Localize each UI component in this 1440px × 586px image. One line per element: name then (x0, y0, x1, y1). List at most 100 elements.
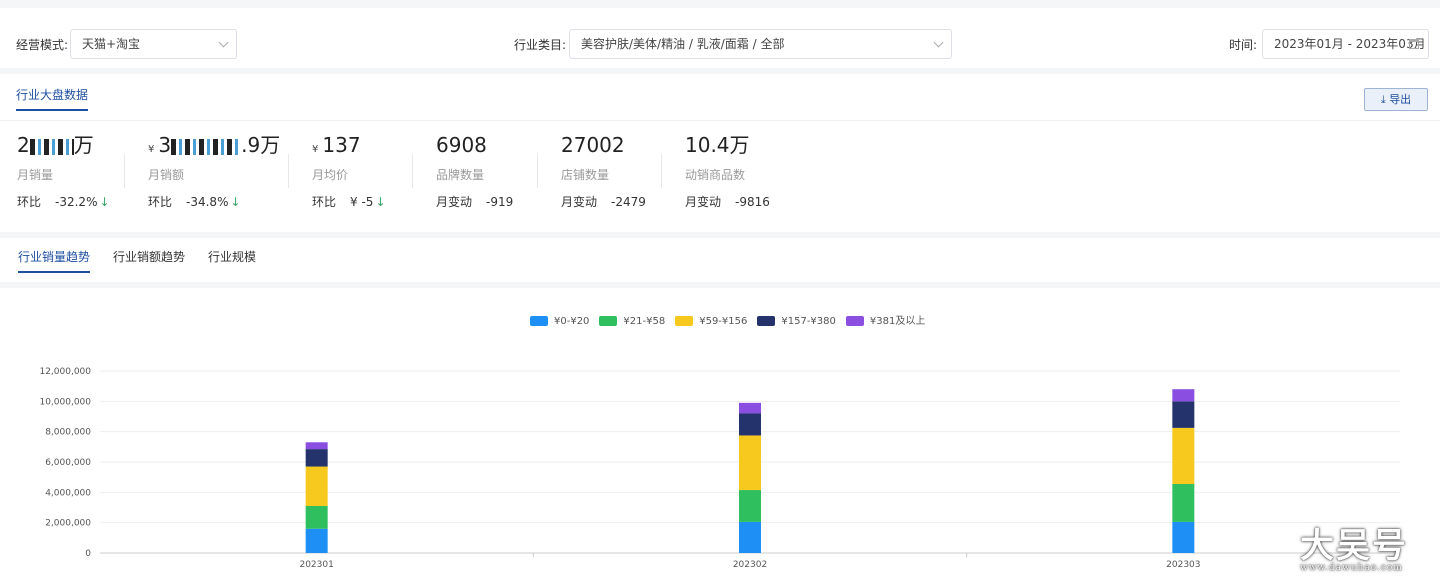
watermark: 大吴号 www.dawuhao.com (1300, 518, 1408, 573)
tab-sales-volume-trend[interactable]: 行业销量趋势 (18, 248, 91, 273)
metric-value: 2万 (17, 133, 94, 157)
bar-segment (305, 466, 328, 506)
tab-industry-scale[interactable]: 行业规模 (208, 248, 256, 271)
metric-avg-price: ¥137 月均价 环比 ¥ -5 ↓ (312, 132, 386, 210)
export-button[interactable]: ⤓ 导出 (1364, 88, 1428, 111)
redaction-mosaic (29, 138, 74, 155)
bar-segment (305, 449, 328, 467)
y-tick-label: 8,000,000 (45, 428, 91, 438)
metric-value: ¥3.9万 (148, 133, 281, 157)
bar-segment (305, 505, 328, 529)
bar-segment (305, 442, 328, 450)
x-tick-label: 202302 (733, 560, 767, 570)
bar-segment (1172, 389, 1195, 402)
category-select[interactable]: 美容护肤/美体/精油 / 乳液/面霜 / 全部 (569, 29, 952, 59)
bar-segment (1172, 401, 1195, 428)
bar-segment (739, 490, 761, 522)
x-tick-label: 202303 (1166, 560, 1200, 570)
export-label: 导出 (1389, 93, 1412, 106)
legend-item[interactable]: ¥0-¥20 (530, 316, 589, 327)
bar-segment (739, 521, 761, 553)
bar-segment (1172, 483, 1195, 522)
arrow-down-icon: ↓ (230, 195, 241, 209)
metric-value: 27002 (561, 133, 625, 157)
metric-value: ¥137 (312, 133, 361, 157)
metric-name: 月均价 (312, 168, 349, 182)
metric-compare: 环比 -32.2% ↓ (17, 195, 110, 209)
metric-name: 月销额 (148, 168, 185, 182)
legend-item[interactable]: ¥381及以上 (845, 316, 926, 327)
legend-item[interactable]: ¥21-¥58 (599, 316, 665, 327)
legend-item[interactable]: ¥59-¥156 (675, 316, 747, 327)
mode-select-value: 天猫+淘宝 (82, 37, 141, 51)
metric-monthly-sales: ¥3.9万 月销额 环比 -34.8% ↓ (148, 132, 280, 210)
trend-tabs: 行业销量趋势 行业销额趋势 行业规模 (0, 238, 1440, 282)
legend-swatch (845, 316, 864, 326)
time-label: 时间: (1229, 38, 1258, 52)
divider (661, 154, 662, 188)
metric-compare: 环比 -34.8% ↓ (148, 195, 241, 209)
metric-name: 店铺数量 (561, 168, 610, 182)
metric-compare: 月变动 -2479 (561, 195, 646, 209)
x-tick-label: 202301 (299, 560, 333, 570)
chart-card: ¥0-¥20 ¥21-¥58 ¥59-¥156 ¥157-¥380 ¥381及以上 0 2… (0, 288, 1440, 586)
bar-segment (739, 402, 761, 414)
metric-name: 品牌数量 (436, 168, 485, 182)
metric-compare: 环比 ¥ -5 ↓ (312, 195, 386, 209)
watermark-logo: 大吴号 (1300, 526, 1408, 566)
watermark-url: www.dawuhao.com (1300, 563, 1403, 573)
mode-select[interactable]: 天猫+淘宝 (70, 29, 237, 59)
y-tick-label: 4,000,000 (45, 488, 91, 498)
legend-item[interactable]: ¥157-¥380 (757, 316, 836, 327)
legend-label: ¥21-¥58 (623, 316, 666, 327)
metric-name: 动销商品数 (685, 168, 746, 182)
divider (412, 154, 413, 188)
bar-segment (739, 413, 761, 436)
y-tick-label: 2,000,000 (45, 519, 91, 529)
y-tick-label: 6,000,000 (45, 458, 91, 468)
legend-swatch (530, 316, 548, 326)
metric-active-products: 10.4万 动销商品数 月变动 -9816 (685, 132, 770, 210)
bar-segment (1172, 427, 1195, 484)
industry-stats-card: 行业大盘数据 ⤓ 导出 2万 月销量 环比 -32.2% ↓ ¥3.9万 月销额 环… (0, 74, 1440, 232)
metric-monthly-volume: 2万 月销量 环比 -32.2% ↓ (17, 132, 110, 210)
mode-label: 经营模式: (16, 38, 69, 52)
download-icon: ⤓ (1380, 93, 1386, 106)
arrow-down-icon: ↓ (99, 195, 110, 209)
divider (537, 154, 538, 188)
y-tick-label: 10,000,000 (39, 397, 91, 407)
metric-name: 月销量 (17, 168, 54, 182)
stats-section-tab[interactable]: 行业大盘数据 (16, 86, 89, 111)
divider (288, 154, 289, 188)
bar-segment (305, 528, 328, 553)
tab-sales-amount-trend[interactable]: 行业销额趋势 (113, 248, 185, 271)
filter-bar: 经营模式: 天猫+淘宝 行业类目: 美容护肤/美体/精油 / 乳液/面霜 / 全… (0, 8, 1440, 68)
metric-shop-count: 27002 店铺数量 月变动 -2479 (561, 132, 646, 210)
y-tick-label: 0 (85, 549, 91, 559)
y-tick-label: 12,000,000 (39, 367, 91, 377)
metric-compare: 月变动 -9816 (685, 195, 770, 209)
time-range-picker[interactable]: 2023年01月 - 2023年03月 (1262, 29, 1429, 59)
redaction-mosaic (171, 138, 242, 155)
legend-swatch (599, 316, 618, 326)
category-select-value: 美容护肤/美体/精油 / 乳液/面霜 / 全部 (581, 37, 785, 51)
legend-swatch (675, 316, 694, 326)
legend-label: ¥157-¥380 (781, 316, 836, 327)
stacked-bar-chart: 0 2,000,000 4,000,000 6,000,000 8,000,000 10,… (39, 367, 1400, 570)
divider (0, 120, 1440, 121)
legend-swatch (757, 316, 776, 326)
metric-value: 6908 (436, 133, 487, 157)
time-range-value: 2023年01月 - 2023年03月 (1274, 37, 1426, 51)
divider (124, 154, 125, 188)
calendar-icon (1409, 39, 1419, 49)
chart-legend: ¥0-¥20 ¥21-¥58 ¥59-¥156 ¥157-¥380 ¥381及以上 (530, 312, 935, 327)
chevron-down-icon (933, 37, 944, 48)
legend-label: ¥381及以上 (869, 316, 926, 327)
bar-segment (1172, 521, 1195, 553)
arrow-down-icon: ↓ (375, 195, 386, 209)
legend-label: ¥0-¥20 (554, 316, 590, 327)
metric-compare: 月变动 -919 (436, 195, 514, 209)
metric-value: 10.4万 (685, 133, 750, 157)
chevron-down-icon (218, 37, 229, 48)
category-label: 行业类目: (514, 38, 567, 52)
